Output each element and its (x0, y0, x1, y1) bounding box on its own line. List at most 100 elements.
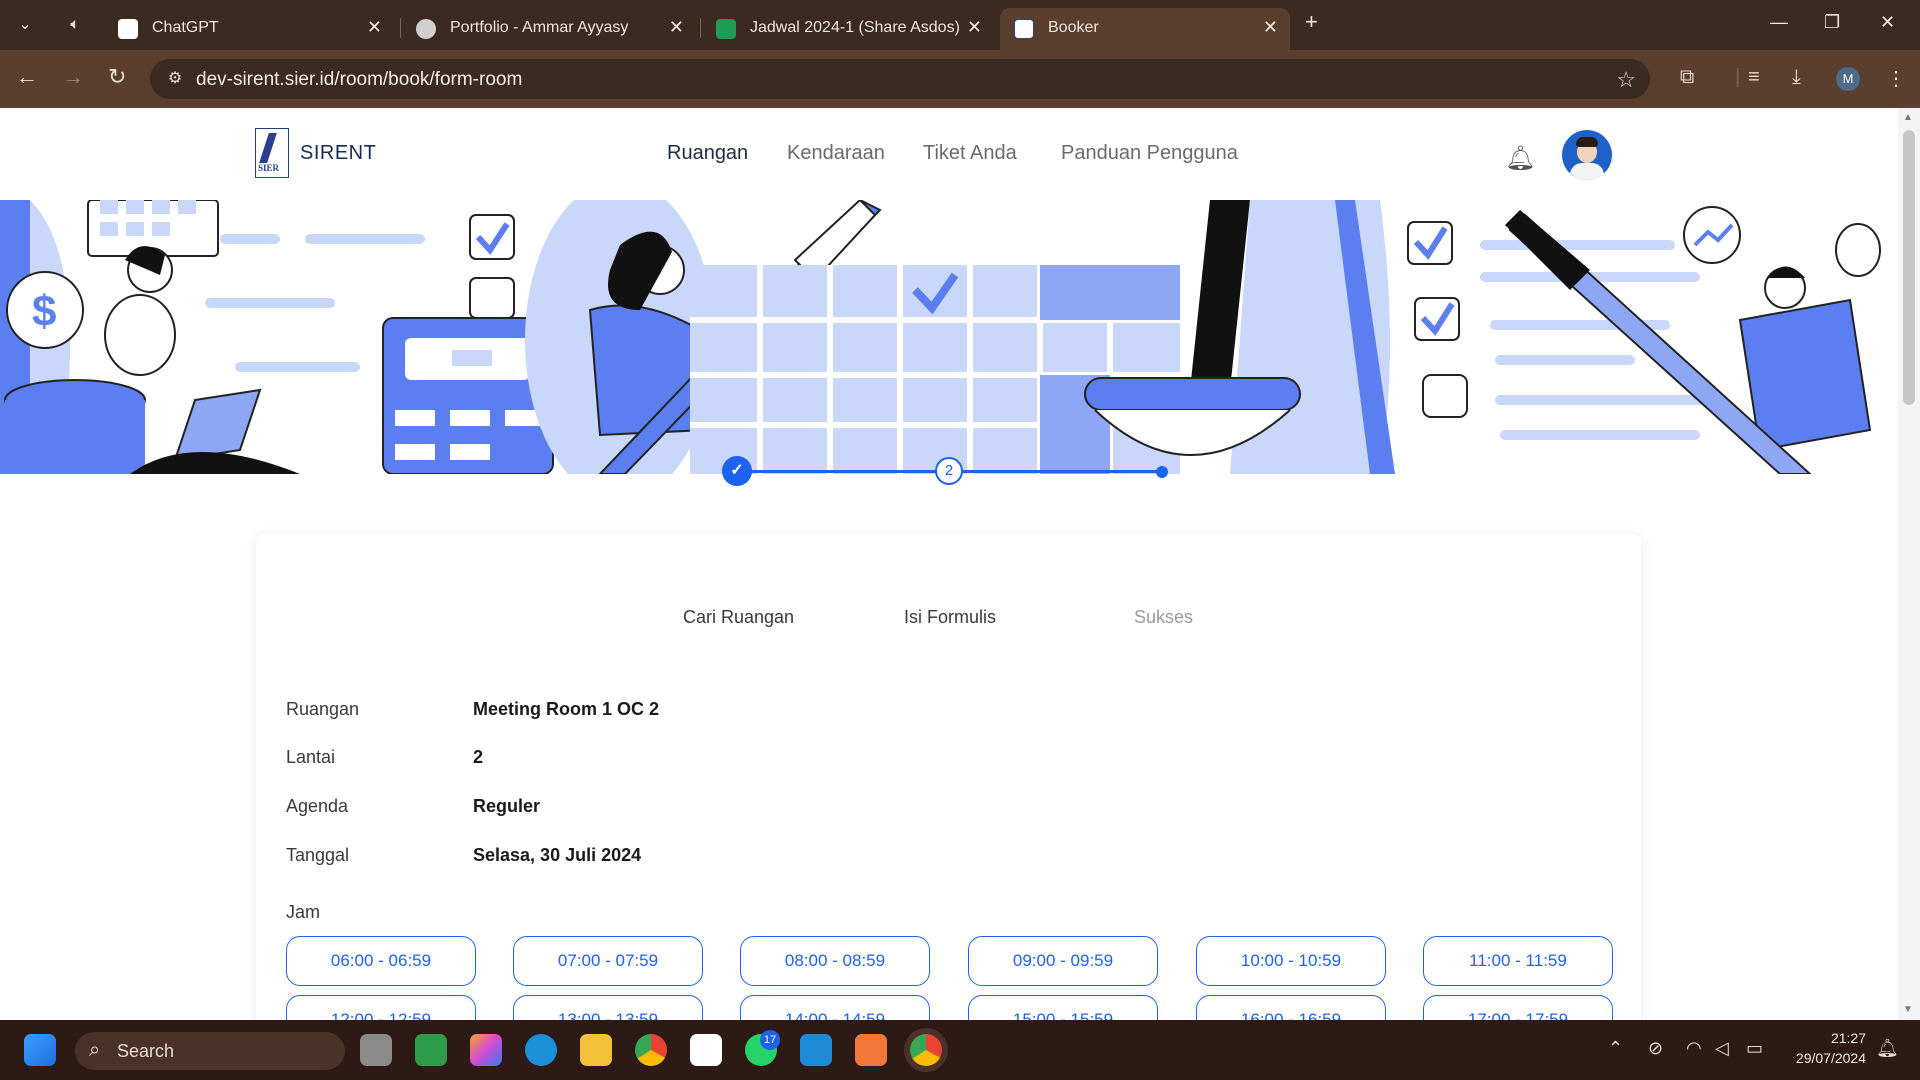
vscode-icon[interactable] (800, 1034, 832, 1066)
tray-chevron-up-icon[interactable]: ⌃ (1608, 1038, 1623, 1059)
speaker-icon[interactable]: 🔈︎ (58, 10, 92, 40)
battery-icon[interactable]: ▭ (1746, 1038, 1763, 1059)
value-agenda: Reguler (473, 796, 541, 816)
whatsapp-badge: 17 (760, 1030, 780, 1050)
new-tab-plus-icon[interactable]: + (1305, 9, 1318, 35)
xampp-icon[interactable] (855, 1034, 887, 1066)
stocks-widget-icon[interactable] (415, 1034, 447, 1066)
tab-booker[interactable]: Booker ✕ (1000, 8, 1290, 50)
hero-banner: $ (0, 200, 1898, 474)
site-info-icon[interactable]: ⚙ (164, 68, 186, 90)
copilot-icon[interactable] (470, 1034, 502, 1066)
system-clock[interactable]: 21:27 29/07/2024 (1786, 1028, 1866, 1068)
laptop-base (1084, 377, 1301, 411)
text-line (305, 234, 425, 244)
page-scrollbar[interactable]: ▲ ▼ (1898, 108, 1920, 1020)
close-tab-icon[interactable]: ✕ (1263, 17, 1278, 38)
window-close-icon[interactable]: ✕ (1880, 12, 1895, 33)
scroll-down-arrow-icon[interactable]: ▼ (1903, 1004, 1913, 1015)
time-slot-button[interactable]: 07:00 - 07:59 (513, 936, 703, 986)
time-slot-button[interactable]: 06:00 - 06:59 (286, 936, 476, 986)
download-icon[interactable]: ⤓ (1792, 66, 1801, 89)
text-line (1495, 395, 1715, 405)
time-slot-button[interactable]: 14:00 - 14:59 (740, 995, 930, 1020)
checkbox-icon (1422, 374, 1468, 418)
restore-icon[interactable]: ❐ (1824, 12, 1840, 33)
back-arrow-icon[interactable]: ← (16, 64, 38, 90)
ms-store-icon[interactable] (690, 1034, 722, 1066)
notification-bell-icon[interactable]: 🔔︎ (1505, 144, 1535, 173)
checkbox-icon (469, 277, 515, 319)
calculator-key (452, 350, 492, 366)
time-slot-button[interactable]: 12:00 - 12:59 (286, 995, 476, 1020)
calendar-cell (126, 222, 144, 236)
time-slot-button[interactable]: 17:00 - 17:59 (1423, 995, 1613, 1020)
edge-icon[interactable] (525, 1034, 557, 1066)
profile-avatar[interactable]: M (1836, 67, 1860, 91)
minimize-icon[interactable]: — (1770, 12, 1788, 33)
extensions-icon[interactable]: ⧉ (1680, 66, 1694, 89)
browser-menu-icon[interactable]: ⋮ (1886, 66, 1906, 91)
tab-jadwal[interactable]: Jadwal 2024-1 (Share Asdos) - G ✕ (702, 8, 994, 50)
calendar-cell (152, 222, 170, 236)
calendar-cell (100, 222, 118, 236)
step-check-icon: ✓ (722, 456, 752, 486)
person-laptop (104, 294, 176, 376)
forward-arrow-icon[interactable]: → (62, 64, 84, 90)
windows-start-icon[interactable] (24, 1034, 56, 1066)
text-line (1495, 355, 1635, 365)
url-text[interactable]: dev-sirent.sier.id/room/book/form-room (196, 69, 522, 91)
chrome-icon[interactable] (635, 1034, 667, 1066)
sier-logo[interactable]: SIER (255, 128, 289, 178)
time-slot-button[interactable]: 13:00 - 13:59 (513, 995, 703, 1020)
nav-kendaraan[interactable]: Kendaraan (787, 142, 885, 165)
scroll-up-arrow-icon[interactable]: ▲ (1903, 112, 1913, 123)
time-slot-button[interactable]: 15:00 - 15:59 (968, 995, 1158, 1020)
wifi-icon[interactable]: ◠ (1686, 1038, 1702, 1059)
close-tab-icon[interactable]: ✕ (367, 17, 382, 38)
time-slot-button[interactable]: 08:00 - 08:59 (740, 936, 930, 986)
sier-favicon (1014, 19, 1034, 39)
chrome-profile-icon[interactable] (910, 1034, 942, 1066)
reload-icon[interactable]: ↻ (108, 64, 126, 90)
label-tanggal: Tanggal (286, 845, 350, 865)
volume-icon[interactable]: ◁ (1715, 1038, 1729, 1059)
globe-icon (416, 19, 436, 39)
bookmark-star-icon[interactable]: ☆ (1616, 67, 1636, 93)
scrollbar-thumb[interactable] (1903, 130, 1915, 405)
browser-toolbar: ← → ↻ ⚙ dev-sirent.sier.id/room/book/for… (0, 50, 1920, 108)
brand-name[interactable]: SIRENT (300, 142, 376, 165)
tab-title: Booker (1048, 19, 1099, 36)
network-off-icon[interactable]: ⊘ (1648, 1038, 1663, 1059)
tab-search-chevron-icon[interactable]: ⌄ (8, 10, 42, 40)
close-tab-icon[interactable]: ✕ (669, 17, 684, 38)
file-explorer-icon[interactable] (580, 1034, 612, 1066)
value-lantai: 2 (473, 747, 484, 767)
time-slot-button[interactable]: 16:00 - 16:59 (1196, 995, 1386, 1020)
app-header: SIER SIRENT Ruangan Kendaraan Tiket Anda… (0, 108, 1898, 200)
value-ruangan: Meeting Room 1 OC 2 (473, 699, 660, 719)
nav-tiket-anda[interactable]: Tiket Anda (923, 142, 1017, 165)
sheets-icon (716, 19, 736, 39)
task-view-icon[interactable] (360, 1034, 392, 1066)
tab-chatgpt[interactable]: ChatGPT ✕ (104, 8, 394, 50)
label-ruangan: Ruangan (286, 699, 360, 719)
time-slot-button[interactable]: 09:00 - 09:59 (968, 936, 1158, 986)
tab-portfolio[interactable]: Portfolio - Ammar Ayyasy ✕ (402, 8, 696, 50)
nav-ruangan[interactable]: Ruangan (667, 142, 748, 165)
step-label-isi-formulis: Isi Formulis (904, 607, 997, 627)
calendar-cell (178, 200, 196, 214)
person-hair (1768, 266, 1805, 278)
calendar-cell (126, 200, 144, 214)
step-pending-dot (1156, 466, 1168, 478)
media-queue-icon[interactable]: ≡ (1748, 66, 1760, 89)
lightbulb-icon (1835, 223, 1881, 277)
time-slot-button[interactable]: 10:00 - 10:59 (1196, 936, 1386, 986)
close-tab-icon[interactable]: ✕ (967, 17, 982, 38)
notification-center-icon[interactable]: 🔔︎ (1876, 1038, 1899, 1059)
time-slot-button[interactable]: 11:00 - 11:59 (1423, 936, 1613, 986)
address-bar[interactable]: ⚙ dev-sirent.sier.id/room/book/form-room… (150, 59, 1650, 99)
nav-panduan-pengguna[interactable]: Panduan Pengguna (1061, 142, 1238, 165)
user-avatar[interactable] (1562, 130, 1612, 180)
taskbar-search[interactable]: ⌕ Search (75, 1032, 345, 1070)
